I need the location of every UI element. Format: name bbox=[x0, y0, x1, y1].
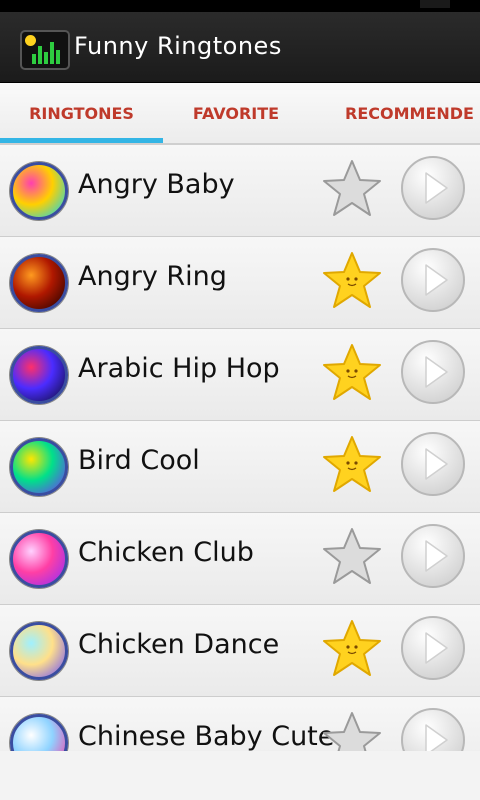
tab-favorite[interactable]: FAVORITE bbox=[163, 83, 309, 143]
bottom-area bbox=[0, 751, 480, 800]
ringtone-name: Angry Ring bbox=[78, 261, 227, 292]
tab-ringtones[interactable]: RINGTONES bbox=[0, 83, 163, 143]
ringtone-thumbnail bbox=[10, 346, 68, 404]
ringtone-thumbnail bbox=[10, 438, 68, 496]
play-button[interactable] bbox=[401, 616, 465, 680]
play-button[interactable] bbox=[401, 248, 465, 312]
play-button[interactable] bbox=[401, 524, 465, 588]
ringtone-thumbnail bbox=[10, 162, 68, 220]
favorite-star-icon[interactable] bbox=[320, 157, 384, 221]
tab-bar: RINGTONES FAVORITE RECOMMENDE bbox=[0, 83, 480, 145]
tab-label: FAVORITE bbox=[192, 104, 280, 123]
play-button[interactable] bbox=[401, 156, 465, 220]
tab-label: RECOMMENDE bbox=[345, 104, 474, 123]
favorite-star-icon[interactable] bbox=[320, 433, 384, 497]
list-item[interactable]: Chicken Dance bbox=[0, 605, 480, 697]
battery-icon bbox=[420, 0, 450, 8]
list-item[interactable]: Chicken Club bbox=[0, 513, 480, 605]
action-bar: Funny Ringtones bbox=[0, 12, 480, 83]
tab-recommended[interactable]: RECOMMENDE bbox=[309, 83, 480, 143]
ringtone-name: Arabic Hip Hop bbox=[78, 353, 280, 384]
ringtone-thumbnail bbox=[10, 714, 68, 751]
app-title: Funny Ringtones bbox=[74, 32, 282, 60]
ringtone-name: Angry Baby bbox=[78, 169, 235, 200]
play-button[interactable] bbox=[401, 432, 465, 496]
signal-icon bbox=[366, 0, 400, 8]
ringtone-list[interactable]: Angry Baby Angry Ring Arabic Hip Hop Bir… bbox=[0, 145, 480, 751]
favorite-star-icon[interactable] bbox=[320, 249, 384, 313]
ringtone-thumbnail bbox=[10, 254, 68, 312]
ringtone-name: Chicken Dance bbox=[78, 629, 280, 660]
list-item[interactable]: Bird Cool bbox=[0, 421, 480, 513]
play-button[interactable] bbox=[401, 708, 465, 751]
list-item[interactable]: Angry Ring bbox=[0, 237, 480, 329]
app-logo-icon bbox=[20, 30, 70, 70]
list-item[interactable]: Arabic Hip Hop bbox=[0, 329, 480, 421]
status-bar bbox=[0, 0, 480, 12]
ringtone-name: Chinese Baby Cute bbox=[78, 721, 335, 751]
ringtone-thumbnail bbox=[10, 622, 68, 680]
list-item[interactable]: Angry Baby bbox=[0, 145, 480, 237]
list-item[interactable]: Chinese Baby Cute bbox=[0, 697, 480, 751]
favorite-star-icon[interactable] bbox=[320, 525, 384, 589]
ringtone-name: Bird Cool bbox=[78, 445, 200, 476]
ringtone-name: Chicken Club bbox=[78, 537, 254, 568]
ringtone-thumbnail bbox=[10, 530, 68, 588]
favorite-star-icon[interactable] bbox=[320, 617, 384, 681]
play-button[interactable] bbox=[401, 340, 465, 404]
favorite-star-icon[interactable] bbox=[320, 709, 384, 751]
favorite-star-icon[interactable] bbox=[320, 341, 384, 405]
tab-label: RINGTONES bbox=[29, 104, 134, 123]
